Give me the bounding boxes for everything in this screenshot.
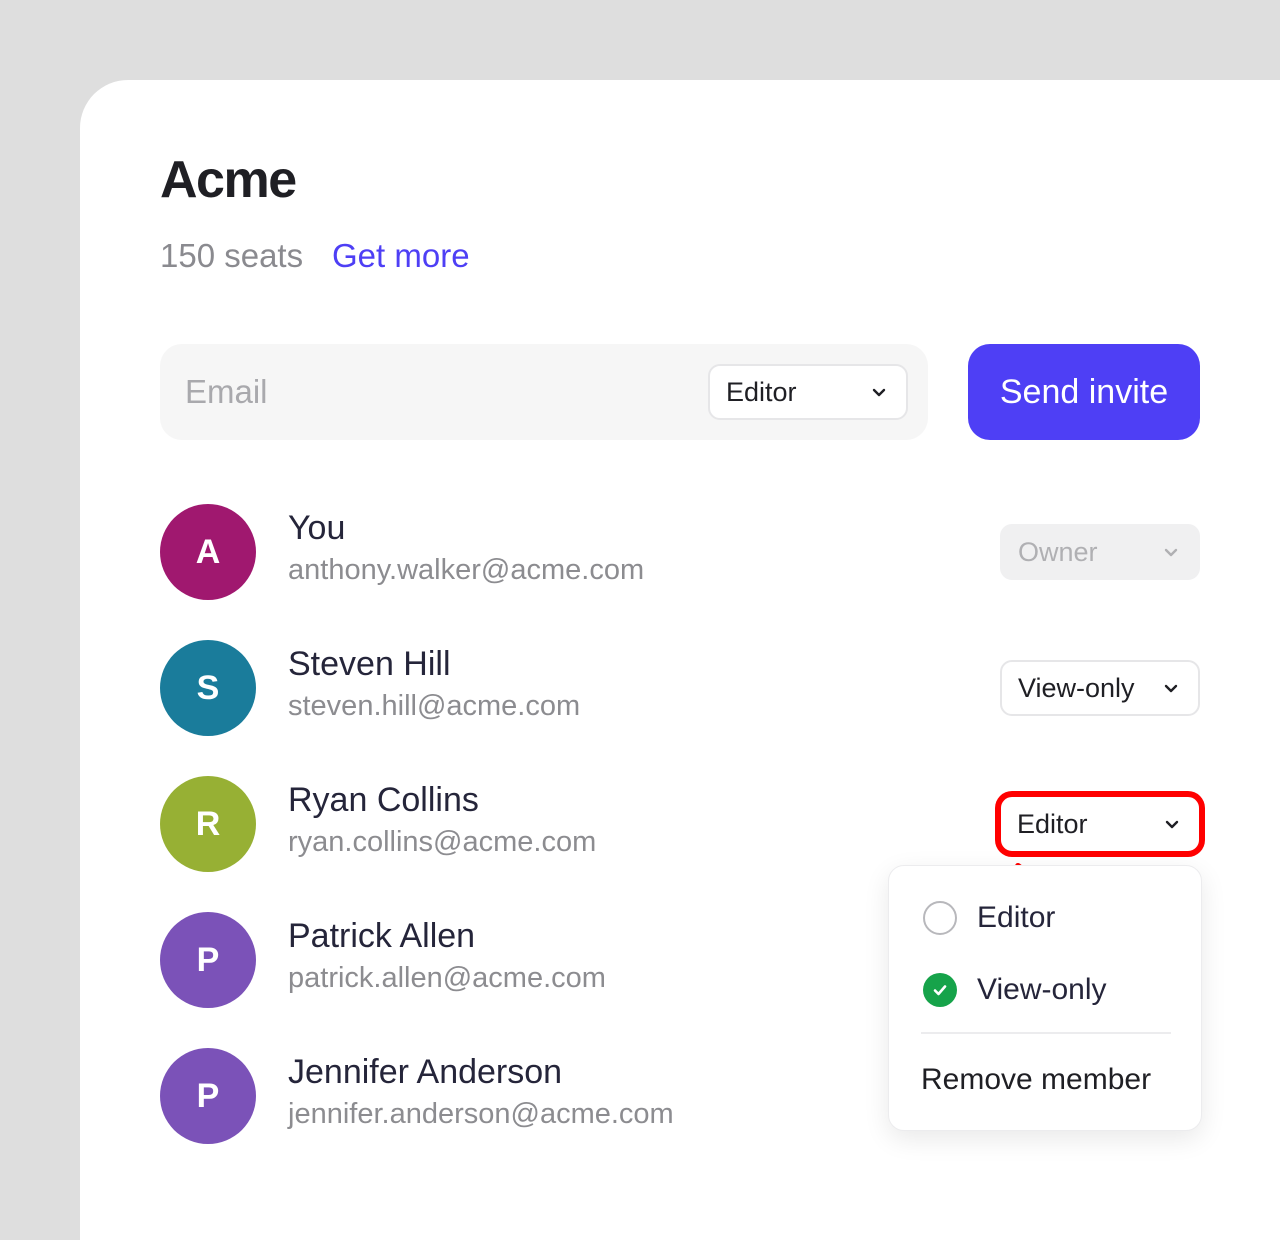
org-title: Acme xyxy=(160,151,297,209)
send-invite-button[interactable]: Send invite xyxy=(968,344,1200,440)
email-placeholder: Email xyxy=(185,373,268,410)
seat-count: 150 seats xyxy=(160,237,304,274)
member-email: steven.hill@acme.com xyxy=(288,690,581,722)
menu-divider xyxy=(921,1032,1171,1034)
member-role-label: Owner xyxy=(1018,536,1098,567)
chevron-down-icon xyxy=(872,388,886,397)
chevron-down-icon xyxy=(1164,548,1178,557)
member-name: Steven Hill xyxy=(288,645,451,683)
chevron-down-icon xyxy=(1165,820,1179,829)
remove-member-button[interactable]: Remove member xyxy=(921,1056,1151,1104)
avatar: A xyxy=(160,504,256,600)
chevron-down-icon xyxy=(1164,684,1178,693)
invite-role-select[interactable]: Editor xyxy=(708,364,908,420)
member-name: You xyxy=(288,509,346,547)
avatar: S xyxy=(160,640,256,736)
member-role-label: View-only xyxy=(1018,672,1135,703)
invite-role-label: Editor xyxy=(726,376,797,407)
member-email: jennifer.anderson@acme.com xyxy=(288,1098,674,1130)
member-name: Ryan Collins xyxy=(288,781,479,819)
radio-unchecked-icon xyxy=(923,901,957,935)
avatar: R xyxy=(160,776,256,872)
role-option-editor[interactable]: Editor xyxy=(923,894,1055,942)
check-circle-icon xyxy=(923,973,957,1007)
member-name: Patrick Allen xyxy=(288,917,476,955)
role-option-label: Editor xyxy=(977,901,1056,934)
member-role-select[interactable]: View-only xyxy=(1000,660,1200,716)
member-role-select-open[interactable]: Editor xyxy=(1000,796,1200,852)
member-email: anthony.walker@acme.com xyxy=(288,554,645,586)
member-role-select: Owner xyxy=(1000,524,1200,580)
avatar: P xyxy=(160,1048,256,1144)
email-input[interactable]: Email Editor xyxy=(160,344,928,440)
member-row: A You anthony.walker@acme.com Owner xyxy=(160,504,1200,600)
member-name: Jennifer Anderson xyxy=(288,1053,563,1091)
avatar: P xyxy=(160,912,256,1008)
member-role-label: Editor xyxy=(1017,808,1088,839)
team-card: Acme 150 seats Get more Email Editor Sen… xyxy=(80,80,1280,1240)
role-option-label: View-only xyxy=(977,973,1107,1006)
role-dropdown-menu: Editor View-only Remove member xyxy=(888,865,1202,1131)
role-option-view-only[interactable]: View-only xyxy=(923,966,1107,1014)
member-row: S Steven Hill steven.hill@acme.com View-… xyxy=(160,640,1200,736)
get-more-link[interactable]: Get more xyxy=(332,236,470,276)
member-email: patrick.allen@acme.com xyxy=(288,962,606,994)
member-email: ryan.collins@acme.com xyxy=(288,826,597,858)
